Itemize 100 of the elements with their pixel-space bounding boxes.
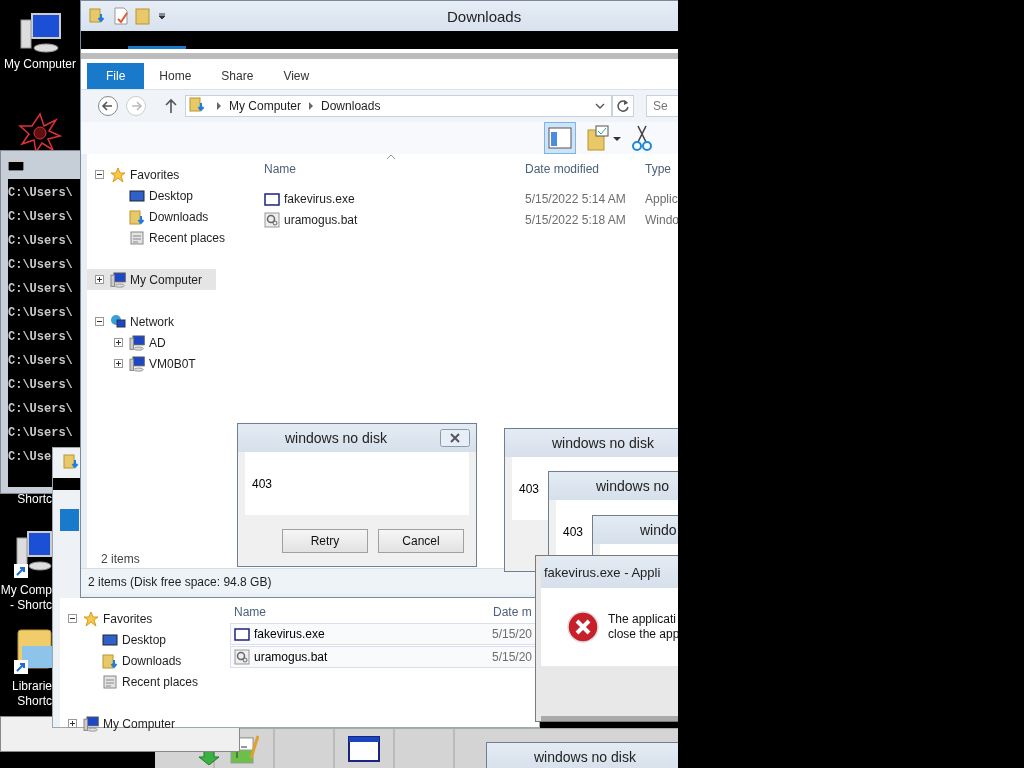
dialog-message: 403 [562,524,584,539]
toggle-icon[interactable] [114,359,123,368]
column-header[interactable]: Date modified [525,162,645,176]
dialog-title: windows no [595,478,670,494]
console-line: C:\Users\ [8,305,73,322]
tree-item[interactable]: AD [87,332,256,353]
dialog-title: windows no disk [284,430,387,446]
column-header[interactable]: Date m [493,605,532,619]
error-icon [567,611,599,643]
toggle-icon[interactable] [68,719,77,728]
recent-icon [129,229,145,246]
window-title: Downloads [446,7,522,25]
dialog-button[interactable]: Cancel [378,528,464,553]
computer-icon[interactable] [18,10,62,54]
dropdown-icon[interactable] [157,11,167,21]
tree-item[interactable]: Favorites [87,164,256,185]
type-cell: Windo [645,212,678,227]
search-field[interactable]: Se [646,95,678,117]
tree-item[interactable]: Recent places [60,671,230,692]
toggle-icon[interactable] [68,614,77,623]
dialog-title: fakevirus.exe - Appli [541,556,678,588]
gear-icon [264,211,280,228]
star-icon [110,166,126,183]
ribbon-tab[interactable]: View [268,63,325,89]
status-text: 2 items (Disk free space: 94.8 GB) [88,574,272,589]
tree-item[interactable]: Desktop [60,629,230,650]
monitor-icon [102,631,118,648]
type-cell: Applic [645,191,678,206]
file-name[interactable]: uramogus.bat [264,211,525,228]
console-line: C:\Users\ [8,209,73,226]
dialog-message: 403 [518,481,540,496]
chevron-icon [308,102,315,110]
icon-label: My Computer [4,57,76,72]
tree-item[interactable]: Favorites [60,608,230,629]
ribbon-tab[interactable]: Home [144,63,207,89]
toggle-icon[interactable] [95,170,104,179]
console-line: C:\Users\ [8,185,73,202]
up-arrow-icon[interactable] [165,98,177,114]
tree-item[interactable]: My Computer [60,713,230,734]
network-icon [110,313,126,330]
star-icon [83,610,99,627]
arrow-icon [199,751,219,765]
folder-icon [89,7,107,25]
computer-icon [129,355,145,372]
window-icon [234,626,250,642]
column-header[interactable]: Name [230,605,493,619]
date-cell: 5/15/20 [492,627,533,641]
toggle-icon[interactable] [114,338,123,347]
ribbon-tab[interactable]: Share [206,63,269,89]
dialog-title: windows no disk [551,435,654,451]
tree-item[interactable]: Network [87,311,256,332]
date-cell-text: 5/15/2022 5:14 AM [525,191,627,206]
tree-item[interactable]: VM0B0T [87,353,256,374]
console-line: C:\Users\ [8,353,73,370]
folder-icon [129,208,145,225]
tree-item[interactable]: Recent places [87,227,256,248]
dialog-title: windows no disk [533,749,636,765]
computer-shortcut-icon[interactable] [14,528,52,580]
dialog-title: windo [639,522,677,538]
console-line: C:\Use [8,449,52,466]
window-icon [348,736,380,762]
file-tab[interactable]: File [87,63,145,89]
icon-label: Librarie Shortc [11,679,52,709]
close-icon[interactable] [440,429,470,447]
chevron-icon [216,102,222,110]
recent-icon [102,673,118,690]
folder-check-icon[interactable] [586,124,622,152]
tree-item[interactable]: My Computer [87,269,216,290]
document-icon[interactable] [113,7,129,25]
monitor-icon [129,187,145,204]
toggle-icon[interactable] [95,317,104,326]
tree-item[interactable]: Downloads [87,206,256,227]
computer-icon [110,271,126,288]
address-bar[interactable]: My Computer Downloads [185,95,612,117]
console-line: C:\Users\ [8,233,73,250]
column-header[interactable]: Type [645,162,671,176]
dialog-button[interactable]: Retry [282,528,368,553]
console-line: C:\Users\ [8,377,73,394]
scissors-icon[interactable] [632,124,652,152]
tree-item[interactable]: Desktop [87,185,256,206]
file-name: uramogus.bat [254,650,328,664]
console-line: C:\Users\ [8,257,73,274]
back-icon[interactable] [97,95,119,117]
breadcrumb-item[interactable]: My Computer [229,99,302,113]
breadcrumb-item[interactable]: Downloads [321,99,381,113]
console-line: C:\Users\ [8,329,73,346]
file-name[interactable]: fakevirus.exe [264,190,525,207]
column-header[interactable]: Name [264,162,525,176]
refresh-icon[interactable] [612,95,634,117]
file-name: fakevirus.exe [254,627,325,641]
starburst-icon[interactable] [18,112,62,152]
toggle-icon[interactable] [95,275,104,284]
window-icon [264,190,280,207]
folder-icon [102,652,118,669]
preview-pane-icon[interactable] [544,122,576,154]
date-cell-text: 5/15/2022 5:18 AM [525,212,627,227]
dropdown-icon[interactable] [595,102,605,110]
tree-item[interactable]: Downloads [60,650,230,671]
dialog-message: The applicati close the app [608,612,678,642]
icon-label: Shortc [17,492,52,507]
